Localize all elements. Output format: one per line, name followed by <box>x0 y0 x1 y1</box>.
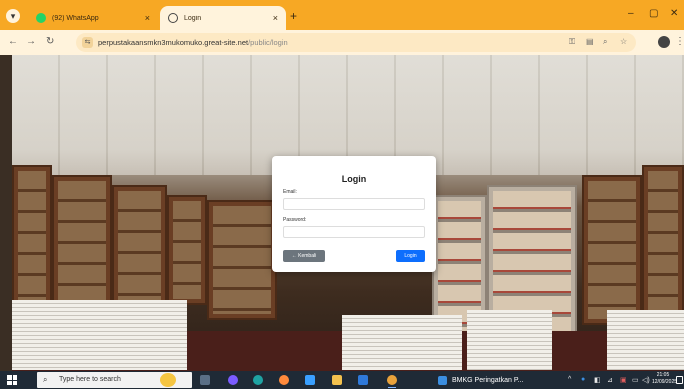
clock-time: 21:05 <box>656 372 670 378</box>
bookmark-star-icon[interactable]: ☆ <box>620 37 627 46</box>
clock-date: 12/09/2025 <box>652 379 678 385</box>
taskbar-app-bmkg[interactable]: BMKG Peringatkan P... <box>438 374 523 386</box>
chrome-icon[interactable] <box>387 375 397 388</box>
reload-button[interactable]: ↻ <box>46 36 54 47</box>
file-explorer-icon[interactable] <box>332 375 342 385</box>
login-button[interactable]: Login <box>396 250 425 262</box>
bookshelf <box>167 195 207 305</box>
taskbar-clock[interactable]: 21:05 12/09/2025 <box>652 372 678 386</box>
tray-app-icon[interactable]: ● <box>581 376 585 383</box>
volume-icon[interactable]: ◁) <box>642 376 650 384</box>
notification-icon[interactable] <box>676 376 683 384</box>
paper-stack <box>12 300 187 370</box>
network-icon[interactable]: ⊿ <box>607 376 613 384</box>
tray-alert-icon[interactable]: ▣ <box>620 376 627 384</box>
address-bar[interactable]: ⇆ perpustakaansmkn3mukomuko.great-site.n… <box>76 33 636 52</box>
close-window-button[interactable]: ✕ <box>670 8 678 19</box>
bookshelf <box>207 200 277 320</box>
whatsapp-icon <box>36 13 46 23</box>
search-icon: ⌕ <box>43 375 48 384</box>
login-card: Login Email: Password: ← Kembali Login <box>272 156 436 272</box>
profile-avatar[interactable] <box>658 36 670 48</box>
windows-start-icon[interactable] <box>7 375 17 385</box>
bookshelf <box>112 185 167 310</box>
paper-stack <box>342 315 462 370</box>
zoom-icon[interactable]: ⌕ <box>603 37 607 47</box>
task-view-icon[interactable] <box>200 375 210 385</box>
translate-icon[interactable]: ▤ <box>586 37 594 46</box>
url-host: perpustakaansmkn3mukomuko.great-site.net <box>98 38 249 47</box>
tab-login[interactable]: Login × <box>160 6 286 30</box>
password-field[interactable] <box>283 226 425 238</box>
minimize-button[interactable]: – <box>628 8 634 19</box>
maximize-button[interactable]: ▢ <box>649 8 658 19</box>
browser-menu-icon[interactable]: ⋮ <box>675 36 684 47</box>
bookshelf <box>582 175 642 325</box>
email-field[interactable] <box>283 198 425 210</box>
tab-whatsapp[interactable]: (92) WhatsApp × <box>28 6 158 30</box>
taskbar: ⌕ Type here to search BMKG Peringatkan P… <box>0 371 684 389</box>
url-path: /public/login <box>248 38 288 47</box>
password-label: Password: <box>283 217 307 223</box>
edge-icon[interactable] <box>253 375 263 385</box>
tab-label: Login <box>184 14 202 22</box>
copilot-icon[interactable] <box>228 375 238 385</box>
new-tab-button[interactable]: + <box>290 9 297 23</box>
close-tab-icon[interactable]: × <box>273 13 278 23</box>
tray-icon[interactable]: ◧ <box>594 376 601 384</box>
browser-tab-strip: ▾ (92) WhatsApp × Login × + – ▢ ✕ <box>0 0 684 30</box>
paper-stack <box>467 310 552 370</box>
close-tab-icon[interactable]: × <box>145 13 150 23</box>
back-button[interactable]: ← <box>8 36 18 47</box>
bmkg-app-icon <box>438 375 447 385</box>
email-label: Email: <box>283 189 297 195</box>
tab-label: (92) WhatsApp <box>52 14 99 22</box>
store-icon[interactable] <box>358 375 368 385</box>
password-key-icon[interactable]: ⚿ <box>569 37 575 47</box>
battery-icon[interactable]: ▭ <box>632 376 639 384</box>
search-placeholder: Type here to search <box>59 376 121 383</box>
url-text: perpustakaansmkn3mukomuko.great-site.net… <box>98 38 288 47</box>
globe-icon <box>168 13 178 23</box>
login-title: Login <box>341 174 367 184</box>
show-hidden-icons[interactable]: ^ <box>568 376 571 383</box>
browser-toolbar: ← → ↻ ⇆ perpustakaansmkn3mukomuko.great-… <box>0 30 684 55</box>
site-info-icon[interactable]: ⇆ <box>82 37 93 48</box>
forward-button[interactable]: → <box>26 36 36 47</box>
running-app-label: BMKG Peringatkan P... <box>452 376 524 384</box>
weather-widget-icon[interactable] <box>160 373 176 387</box>
firefox-icon[interactable] <box>279 375 289 385</box>
bookshelf <box>52 175 112 315</box>
tab-search-icon[interactable]: ▾ <box>6 9 20 23</box>
paper-stack <box>607 310 684 370</box>
back-button[interactable]: ← Kembali <box>283 250 325 262</box>
app-icon[interactable] <box>305 375 315 385</box>
